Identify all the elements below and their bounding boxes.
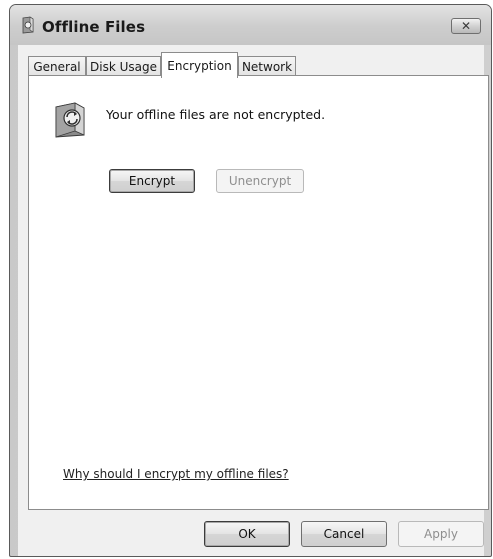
tab-network[interactable]: Network [238,56,296,77]
offline-files-sync-icon [55,102,85,138]
ok-button-label: OK [238,527,256,541]
unencrypt-button-label: Unencrypt [228,174,292,188]
window-title: Offline Files [42,18,146,36]
title-bar[interactable]: Offline Files ✕ [10,5,491,45]
tab-label: General [33,60,81,74]
apply-button-label: Apply [424,527,458,541]
encrypt-button[interactable]: Encrypt [109,169,195,193]
close-button[interactable]: ✕ [451,18,481,34]
dialog-client-area: General Disk Usage Encryption Network Yo… [18,45,489,556]
encrypt-button-label: Encrypt [128,174,176,188]
offline-files-dialog: Offline Files ✕ General Disk Usage Encry… [9,4,492,557]
apply-button: Apply [398,521,484,547]
close-icon: ✕ [460,19,472,33]
tab-disk-usage[interactable]: Disk Usage [86,56,161,77]
why-encrypt-help-link[interactable]: Why should I encrypt my offline files? [63,467,289,481]
encryption-status-text: Your offline files are not encrypted. [106,107,326,122]
tab-encryption[interactable]: Encryption [161,52,238,78]
cancel-button[interactable]: Cancel [301,521,387,547]
ok-button[interactable]: OK [204,521,290,547]
tab-general[interactable]: General [28,56,86,77]
tab-label: Network [241,60,293,74]
tab-label: Disk Usage [90,60,157,74]
unencrypt-button: Unencrypt [216,169,304,193]
tab-label: Encryption [167,58,232,73]
encryption-tab-panel: Your offline files are not encrypted. En… [28,75,489,510]
cancel-button-label: Cancel [323,527,365,541]
offline-files-icon [22,16,34,34]
